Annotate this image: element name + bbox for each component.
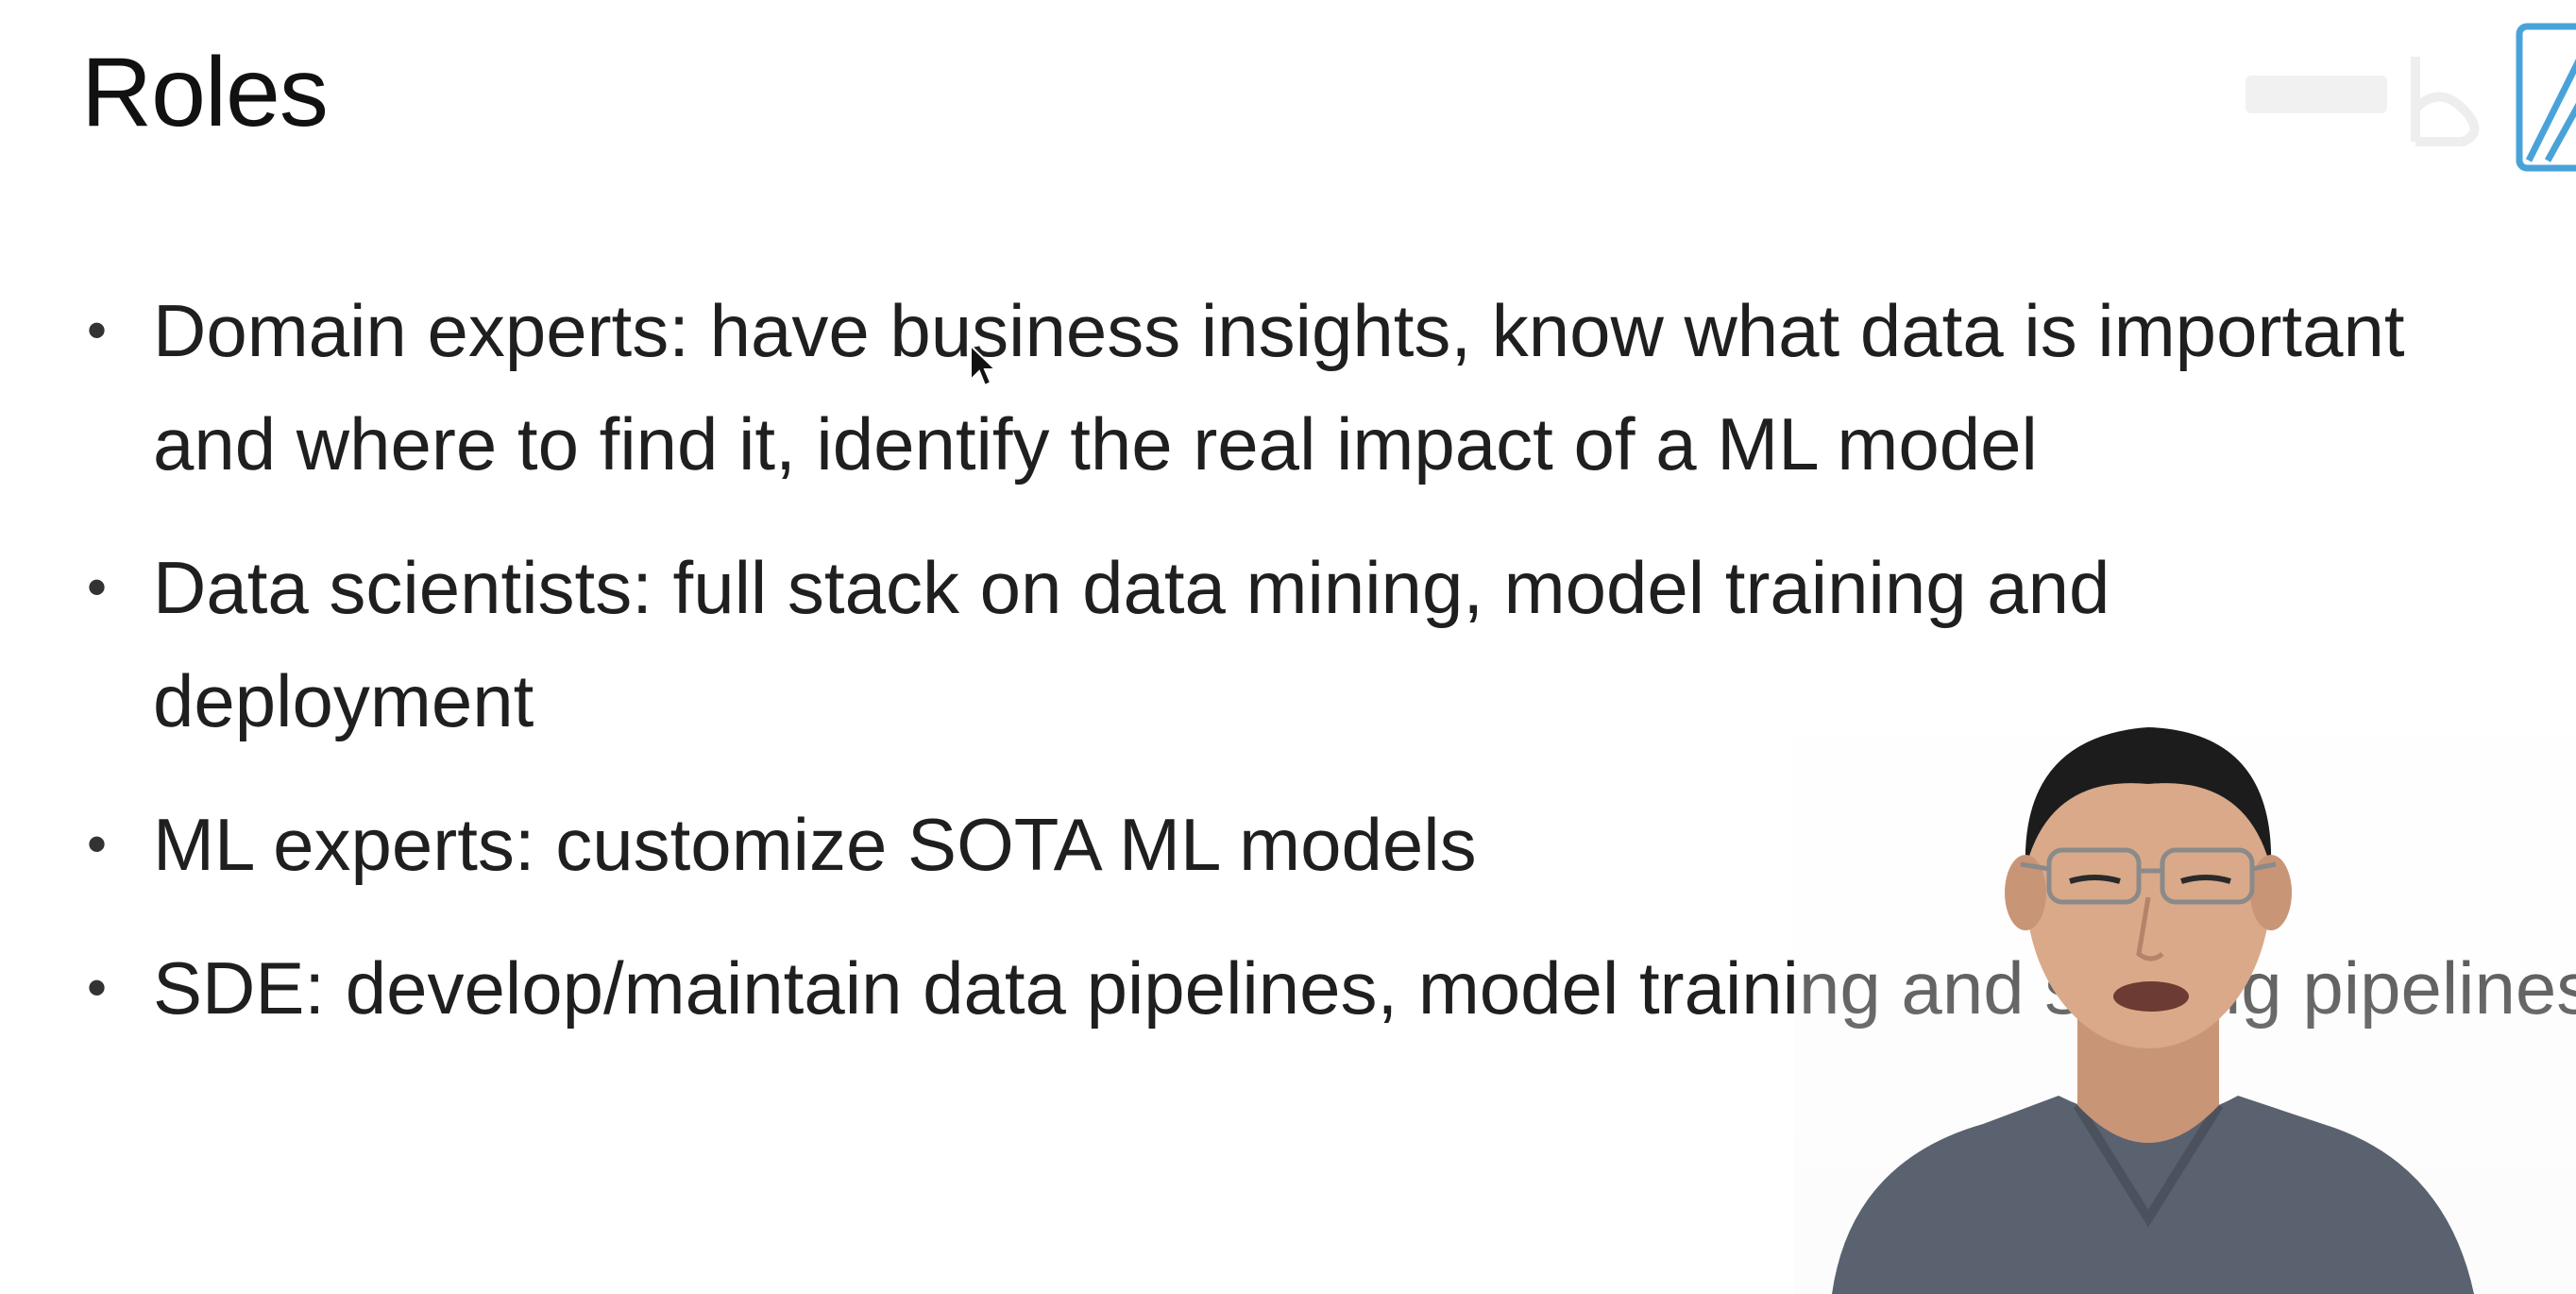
bullet-dot: • [87, 555, 108, 619]
bullet-dot: • [87, 812, 108, 876]
bilibili-logo-icon [2236, 19, 2576, 179]
bullet-item: • Domain experts: have business insights… [81, 274, 2495, 501]
bilibili-logo-icon [2246, 23, 2576, 172]
bullet-text: ML experts: customize SOTA ML models [153, 803, 1477, 886]
presenter-webcam [1794, 652, 2576, 1294]
bullet-dot: • [87, 956, 108, 1019]
lecture-slide: Roles • Domain experts: have business in… [0, 0, 2576, 1294]
mouse-cursor-icon [970, 344, 997, 387]
bullet-dot: • [87, 298, 108, 362]
presenter-figure [1832, 727, 2474, 1294]
slide-title: Roles [81, 38, 329, 147]
bullet-text: Domain experts: have business insights, … [153, 289, 2405, 485]
